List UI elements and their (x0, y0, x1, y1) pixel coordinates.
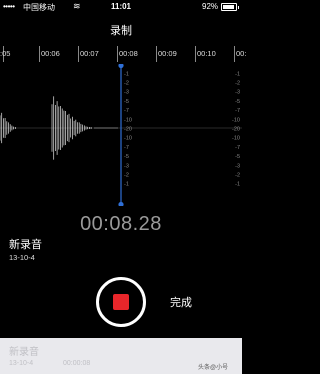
recording-date: 13-10-4 (9, 253, 35, 262)
db-scale-label: -5 (235, 99, 240, 105)
timeline-tick (156, 46, 157, 62)
db-scale-label: -5 (124, 99, 129, 105)
timeline-tick (117, 46, 118, 62)
battery-icon (221, 3, 239, 11)
db-scale-label: -5 (124, 154, 129, 160)
timeline-tick (234, 46, 235, 62)
timeline-tick-label: 00:07 (80, 49, 99, 58)
db-scale-label: -1 (235, 182, 240, 188)
waveform-view[interactable]: -1 -2 -3 -5 -7 -10 -20 -10 -7 -5 -3 -2 -1 -1 -2 -3 -5 -7… (0, 64, 242, 206)
previous-recording-name: 新录音 (9, 347, 39, 358)
db-scale-label: -2 (235, 81, 240, 87)
timeline-tick-label: 00: (236, 49, 247, 58)
db-scale-label: -10 (232, 117, 240, 123)
elapsed-timer: 00:08.28 (80, 213, 162, 235)
db-scale-label: -2 (124, 173, 129, 179)
db-scale-label: -20 (124, 127, 132, 133)
recording-name[interactable]: 新录音 (9, 236, 42, 252)
db-scale-label: -3 (124, 90, 129, 96)
timeline-tick-label: 00:06 (41, 49, 60, 58)
stop-icon (113, 294, 129, 310)
db-scale-label: -10 (232, 136, 240, 142)
db-scale-label: -7 (124, 108, 129, 114)
db-scale-label: -7 (124, 145, 129, 151)
battery-percent: 92% (202, 2, 219, 11)
db-scale-label: -1 (235, 71, 240, 77)
db-scale-label: -10 (124, 136, 132, 142)
done-button[interactable]: 完成 (170, 294, 192, 310)
previous-recording-duration: 00:00:08 (63, 360, 91, 367)
db-scale-label: -1 (124, 71, 129, 77)
db-scale-label: -20 (232, 127, 240, 133)
db-scale-label: -2 (124, 81, 129, 87)
status-bar: ••••• 中国移动 ≋ 11:01 92% (0, 0, 242, 14)
page-title: 录制 (110, 25, 132, 37)
playhead-bottom-handle (118, 201, 124, 206)
timeline-tick (39, 46, 40, 62)
timeline-tick-label: 00:09 (158, 49, 177, 58)
playhead-top-handle (118, 64, 124, 69)
db-scale-label: -1 (124, 182, 129, 188)
db-scale-label: -10 (124, 117, 132, 123)
timeline-ruler: :05 00:06 00:07 00:08 00:09 00:10 00: (0, 44, 246, 64)
db-scale-label: -3 (124, 163, 129, 169)
db-scale-label: -3 (235, 163, 240, 169)
record-stop-button[interactable] (96, 277, 146, 327)
db-scale-label: -7 (235, 145, 240, 151)
watermark: 头条@小号 (198, 365, 229, 371)
previous-recording-date: 13-10-4 (9, 360, 34, 367)
db-scale-label: -7 (235, 108, 240, 114)
timeline-tick-label: :05 (0, 49, 11, 58)
waveform-graph: -1 -2 -3 -5 -7 -10 -20 -10 -7 -5 -3 -2 -1 -1 -2 -3 -5 -7… (0, 64, 242, 206)
timeline-tick (78, 46, 79, 62)
db-scale-label: -3 (235, 90, 240, 96)
timeline-tick-label: 00:08 (119, 49, 138, 58)
db-scale-label: -5 (235, 154, 240, 160)
timeline-tick (195, 46, 196, 62)
timeline-tick-label: 00:10 (197, 49, 216, 58)
db-scale-label: -2 (235, 173, 240, 179)
